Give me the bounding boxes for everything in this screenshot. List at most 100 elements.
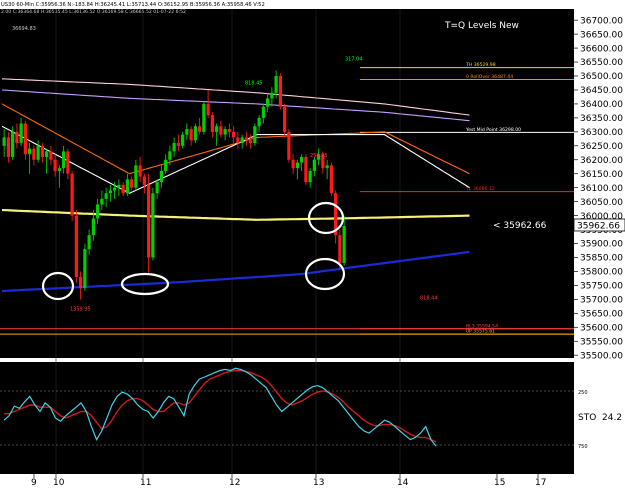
stochastic-label: STO: [578, 413, 596, 423]
candle-body: [181, 134, 185, 146]
candle-body: [142, 176, 146, 185]
candle-body: [155, 182, 159, 194]
price-tick-label: 36650.00: [580, 30, 623, 40]
price-tick-label: 36400.00: [580, 100, 623, 110]
price-tick-label: 36300.00: [580, 128, 623, 138]
candle-body: [96, 204, 100, 219]
price-tick-label: 36450.00: [580, 86, 623, 96]
price-tick-label: 36200.00: [580, 156, 623, 166]
level-label: 0 RollOver 36487.44: [466, 74, 513, 80]
price-tick-label: 35600.00: [580, 323, 623, 333]
price-tick-label: 35850.00: [580, 254, 623, 264]
price-tick-label: 35800.00: [580, 268, 623, 278]
candle-body: [104, 193, 108, 199]
stochastic-value: 24.2: [602, 413, 622, 423]
candle-body: [79, 277, 83, 289]
candle-body: [6, 137, 10, 157]
header-line-1: US30 60-Min C:35956.36 N:-183.84 H:36245…: [1, 2, 265, 8]
candle-body: [57, 168, 61, 171]
price-tick-label: 36050.00: [580, 198, 623, 208]
candle-body: [2, 137, 6, 146]
candle-body: [338, 235, 342, 264]
candle-body: [117, 184, 121, 188]
price-annotation: 818.45: [245, 80, 263, 86]
candle-body: [32, 148, 36, 160]
price-chart: US30 60-Min C:35956.36 N:-183.84 H:36245…: [0, 2, 625, 488]
price-tick-label: 35500.00: [580, 351, 623, 361]
candle-body: [125, 179, 129, 194]
candle-body: [91, 218, 95, 236]
header-line-2: 2.00 C:36364.68 H:36535.45 L:36136.52 O:…: [1, 9, 186, 15]
candle-body: [130, 179, 134, 188]
price-annotation: 818.44: [420, 295, 438, 301]
pane-separator[interactable]: [0, 358, 574, 362]
candle-body: [249, 140, 253, 144]
candle-body: [278, 76, 282, 107]
time-tick-label: 11: [140, 478, 151, 486]
candle-body: [134, 165, 138, 188]
candle-body: [266, 98, 270, 107]
time-tick-label: 12: [229, 478, 240, 486]
indicator-title: T=Q Levels New: [444, 21, 519, 31]
candle-body: [108, 190, 112, 194]
candle-body: [232, 131, 236, 138]
candle-body: [329, 165, 333, 194]
candle-body: [283, 106, 287, 132]
stochastic-pane-background: [0, 362, 574, 474]
candle-body: [206, 103, 210, 116]
candle-body: [291, 159, 295, 169]
time-axis-background: [0, 474, 574, 486]
candle-body: [168, 151, 172, 160]
candle-body: [198, 126, 202, 132]
price-axis: 36700.00 36650.00 36600.00 36550.00 36500.00…: [574, 16, 623, 361]
candle-body: [121, 184, 125, 194]
candle-body: [53, 159, 57, 171]
candle-body: [40, 145, 44, 157]
candle-body: [151, 193, 155, 258]
current-price-label: 35962.66: [577, 222, 620, 232]
chart-window: US30 60-Min C:35956.36 N:-183.84 H:36245…: [0, 0, 625, 488]
current-price-pointer: < 35962.66: [493, 221, 547, 231]
candle-body: [253, 126, 257, 144]
time-tick-label: 10: [53, 478, 65, 486]
price-tick-label: 36250.00: [580, 142, 623, 152]
candle-body: [240, 137, 244, 144]
price-tick-label: 35750.00: [580, 282, 623, 292]
candle-body: [172, 143, 176, 152]
level-label: Yest Mid Point 36298.00: [465, 127, 521, 133]
price-tick-label: 36700.00: [580, 16, 623, 26]
price-annotation: 1359.95: [70, 307, 91, 313]
time-tick-label: 15: [494, 478, 505, 486]
candle-body: [287, 131, 291, 160]
time-tick-label: 14: [397, 478, 409, 486]
candle-body: [185, 129, 189, 135]
candle-body: [159, 170, 163, 183]
candle-body: [236, 137, 240, 144]
stochastic-tick-label: 750: [578, 444, 588, 450]
candle-body: [342, 226, 346, 264]
candle-body: [113, 187, 117, 191]
candle-body: [66, 151, 70, 174]
candle-body: [23, 123, 27, 155]
candle-body: [193, 126, 197, 141]
candle-body: [223, 129, 227, 135]
candle-body: [15, 131, 19, 144]
time-tick-label: 17: [535, 478, 546, 486]
candle-body: [325, 165, 329, 169]
candle-body: [215, 126, 219, 132]
level-label: YL 36086.12: [465, 186, 495, 192]
price-tick-label: 36550.00: [580, 58, 623, 68]
candle-body: [202, 103, 206, 132]
candle-body: [164, 159, 168, 171]
candle-body: [312, 159, 316, 171]
candle-body: [147, 184, 151, 258]
price-tick-label: 35550.00: [580, 337, 623, 347]
candle-body: [70, 173, 74, 216]
candle-body: [227, 129, 231, 132]
candle-body: [189, 129, 193, 141]
price-tick-label: 36350.00: [580, 114, 623, 124]
candle-body: [308, 170, 312, 183]
price-tick-label: 36100.00: [580, 184, 623, 194]
time-tick-label: 9: [31, 478, 37, 486]
price-tick-label: 35650.00: [580, 310, 623, 320]
